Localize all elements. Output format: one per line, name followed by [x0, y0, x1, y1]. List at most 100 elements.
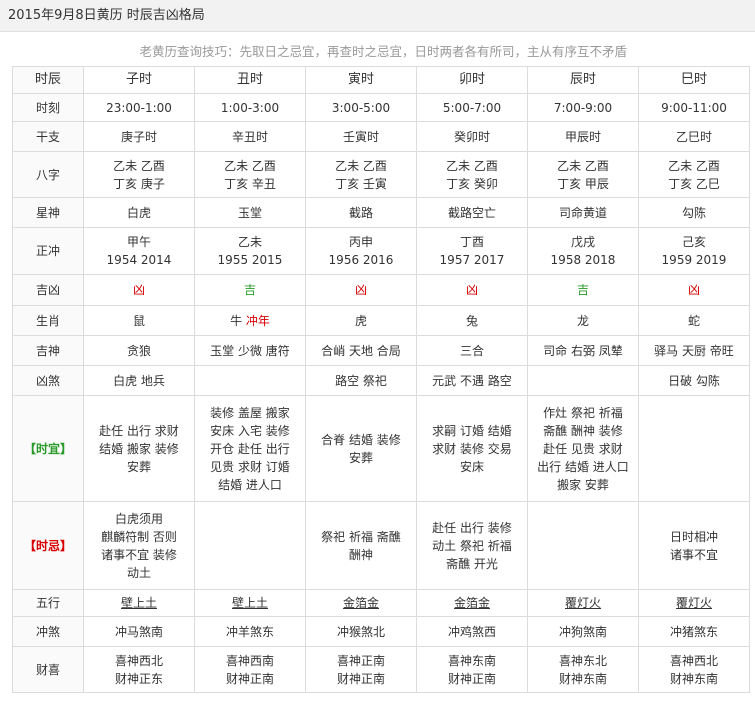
row-label-bazi: 八字	[12, 151, 84, 198]
cell-shichen: 巳时	[638, 66, 750, 94]
cell-bazi: 乙未 乙酉 丁亥 辛丑	[194, 151, 306, 198]
shiyi-item: 求嗣 订婚 结婚	[432, 423, 512, 438]
caixi-line: 财神正南	[336, 671, 385, 686]
row-ganzhi: 干支 庚子时 辛丑时 壬寅时 癸卯时 甲辰时 乙巳时	[12, 121, 750, 152]
row-label-jishen: 吉神	[12, 335, 84, 366]
cell-jishen: 三合	[416, 335, 528, 366]
caixi-line: 喜神东北	[558, 653, 607, 668]
shiji-item: 诸事不宜	[669, 547, 718, 562]
bazi-line: 丁亥 癸卯	[446, 176, 498, 191]
cell-xingshen: 白虎	[83, 197, 195, 228]
row-label-ganzhi: 干支	[12, 121, 84, 152]
shiji-item: 诸事不宜 装修	[101, 547, 177, 562]
cell-caixi: 喜神西北 财神东南	[638, 646, 750, 693]
bazi-line: 丁亥 壬寅	[335, 176, 387, 191]
zhengchong-line: 己亥	[681, 235, 706, 249]
shiyi-item: 求财 装修 交易	[432, 441, 512, 456]
row-label-shiji: 【时忌】	[12, 501, 84, 590]
caixi-line: 喜神西北	[114, 653, 163, 668]
clash-year-tag: 冲年	[245, 313, 270, 328]
row-label-shengxiao: 生肖	[12, 305, 84, 336]
zodiac-animal: 鼠	[132, 313, 145, 328]
row-label-chongsha: 冲煞	[12, 616, 84, 647]
cell-shiji	[527, 501, 639, 590]
cell-zhengchong: 甲午 1954 2014	[83, 227, 195, 275]
shiyi-item: 结婚 搬家 装修	[99, 441, 179, 456]
cell-chongsha: 冲马煞南	[83, 616, 195, 647]
caixi-line: 财神东南	[669, 671, 718, 686]
cell-ganzhi: 壬寅时	[305, 121, 417, 152]
cell-shichen: 子时	[83, 66, 195, 94]
zhengchong-line: 1959 2019	[661, 253, 727, 267]
cell-xingshen: 玉堂	[194, 197, 306, 228]
cell-caixi: 喜神正南 财神正南	[305, 646, 417, 693]
row-label-jixiong: 吉凶	[12, 274, 84, 306]
cell-time: 3:00-5:00	[305, 93, 417, 122]
query-tip: 老黄历查询技巧：先取日之忌宜，再查时之忌宜，日时两者各有所司，主从有序互不矛盾	[139, 44, 627, 59]
cell-jixiong: 凶	[416, 274, 528, 306]
row-chongsha: 冲煞 冲马煞南 冲羊煞东 冲猴煞北 冲鸡煞西 冲狗煞南 冲猪煞东	[12, 616, 750, 647]
jixiong-badge: 凶	[465, 283, 478, 297]
cell-shengxiao: 牛 冲年	[194, 305, 306, 336]
cell-chongsha: 冲狗煞南	[527, 616, 639, 647]
row-shengxiao: 生肖 鼠 牛 冲年 虎 兔 龙 蛇	[12, 305, 750, 336]
cell-shengxiao: 虎	[305, 305, 417, 336]
cell-caixi: 喜神西南 财神正南	[194, 646, 306, 693]
caixi-line: 财神正南	[225, 671, 274, 686]
jixiong-badge: 凶	[687, 283, 700, 297]
cell-jixiong: 凶	[638, 274, 750, 306]
jixiong-badge: 吉	[243, 283, 256, 297]
shiji-item: 麒麟符制 否则	[101, 529, 177, 544]
bazi-line: 乙未 乙酉	[113, 158, 165, 173]
cell-jixiong: 吉	[527, 274, 639, 306]
cell-shengxiao: 兔	[416, 305, 528, 336]
cell-ganzhi: 庚子时	[83, 121, 195, 152]
cell-xiongsha	[194, 365, 306, 396]
cell-shiyi: 合脊 结婚 装修 安葬	[305, 395, 417, 502]
bazi-line: 丁亥 庚子	[113, 176, 165, 191]
cell-shengxiao: 蛇	[638, 305, 750, 336]
shiji-item: 赴任 出行 装修	[432, 520, 512, 535]
cell-shiji: 祭祀 祈福 斋醮 酬神	[305, 501, 417, 590]
zhengchong-line: 1954 2014	[106, 253, 172, 267]
cell-bazi: 乙未 乙酉丁亥 壬寅	[305, 151, 417, 198]
zhengchong-line: 丁酉	[459, 235, 484, 249]
shiji-item: 动土 祭祀 祈福	[432, 538, 512, 553]
cell-shiji: 日时相冲 诸事不宜	[638, 501, 750, 590]
shiyi-item: 赴任 见贵 求财	[543, 441, 623, 456]
cell-shiyi: 装修 盖屋 搬家 安床 入宅 装修 开仓 赴任 出行 见贵 求财 订婚 结婚 进人口	[194, 395, 306, 502]
caixi-line: 喜神东南	[447, 653, 496, 668]
row-jixiong: 吉凶凶吉凶凶吉凶	[12, 274, 750, 306]
row-label-shichen: 时辰	[12, 66, 84, 94]
zhengchong-line: 1956 2016	[328, 253, 394, 267]
shiyi-item: 作灶 祭祀 祈福	[543, 405, 623, 420]
shiyi-item: 见贵 求财 订婚	[210, 459, 290, 474]
cell-xingshen: 截路空亡	[416, 197, 528, 228]
row-shiyi: 【时宜】 赴任 出行 求财 结婚 搬家 装修 安葬 装修 盖屋 搬家 安床 入宅 装修 开仓…	[12, 395, 750, 502]
cell-wuxing: 覆灯火	[527, 589, 639, 617]
caixi-line: 财神正南	[447, 671, 496, 686]
shiyi-item: 结婚 进人口	[218, 477, 282, 492]
cell-shiji: 赴任 出行 装修 动土 祭祀 祈福 斋醮 开光	[416, 501, 528, 590]
cell-chongsha: 冲猪煞东	[638, 616, 750, 647]
zhengchong-line: 1955 2015	[217, 253, 283, 267]
shiyi-item: 搬家 安葬	[557, 477, 609, 492]
cell-wuxing: 壁上土	[194, 589, 306, 617]
shiyi-item: 出行 结婚 进人口	[537, 459, 629, 474]
bazi-line: 乙未 乙酉	[335, 158, 387, 173]
shiji-item: 斋醮 开光	[446, 556, 498, 571]
row-xingshen: 星神 白虎 玉堂 截路 截路空亡 司命黄道 勾陈	[12, 197, 750, 228]
cell-bazi: 乙未 乙酉 丁亥 甲辰	[527, 151, 639, 198]
row-bazi: 八字 乙未 乙酉 丁亥 庚子 乙未 乙酉 丁亥 辛丑 乙未 乙酉 丁亥 壬寅 乙未 乙酉 丁亥 …	[12, 151, 750, 198]
row-zhengchong: 正冲 甲午 1954 2014 乙未 1955 2015 丙申 1956 2016 丁酉 195…	[12, 227, 750, 275]
cell-xiongsha: 元武 不遇 路空	[416, 365, 528, 396]
row-shichen: 时辰 子时 丑时 寅时 卯时 辰时 巳时	[12, 66, 750, 94]
zodiac-animal: 兔	[465, 313, 478, 328]
cell-time: 5:00-7:00	[416, 93, 528, 122]
cell-jixiong: 凶	[83, 274, 195, 306]
row-time: 时刻 23:00-1:00 1:00-3:00 3:00-5:00 5:00-7:00 7…	[12, 93, 750, 122]
zodiac-animal: 龙	[576, 313, 589, 328]
cell-caixi: 喜神西北 财神正东	[83, 646, 195, 693]
cell-jishen: 驿马 天厨 帝旺	[638, 335, 750, 366]
cell-shichen: 寅时	[305, 66, 417, 94]
